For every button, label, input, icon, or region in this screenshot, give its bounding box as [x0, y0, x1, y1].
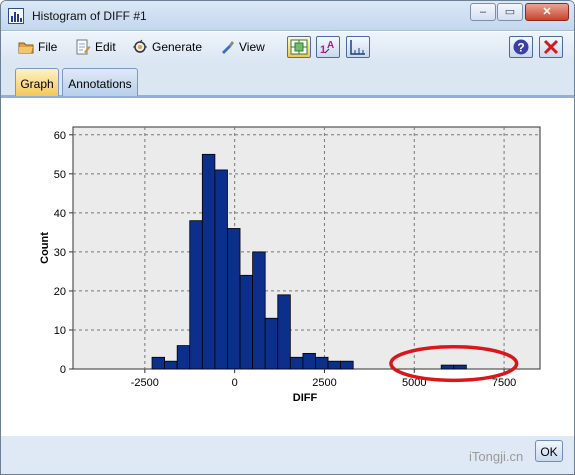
- x-tick-label: 0: [232, 377, 238, 389]
- axis-icon: [350, 40, 365, 55]
- help-icon: ?: [513, 39, 529, 55]
- title-bar[interactable]: Histogram of DIFF #1 – ▭ ✕: [1, 1, 574, 31]
- x-tick-label: -2500: [131, 377, 159, 389]
- generate-icon: [133, 39, 147, 53]
- y-axis-label: Count: [39, 232, 51, 264]
- histogram-bar[interactable]: [214, 169, 228, 370]
- histogram-bar[interactable]: [239, 274, 254, 370]
- svg-text:?: ?: [517, 41, 524, 55]
- explore-grid-icon: [290, 39, 308, 55]
- close-icon: ✕: [542, 6, 552, 18]
- label-edit-icon: 1A: [320, 40, 334, 56]
- tab-bar: Graph Annotations: [1, 62, 574, 98]
- histogram-app-icon: [8, 8, 24, 24]
- menu-view-label: View: [239, 40, 265, 54]
- tab-annotations[interactable]: Annotations: [62, 68, 138, 96]
- x-axis-label: DIFF: [293, 392, 318, 404]
- label-edit-button[interactable]: 1A: [316, 36, 340, 58]
- tab-annotations-label: Annotations: [68, 77, 132, 91]
- help-button[interactable]: ?: [509, 36, 533, 58]
- histogram-bar[interactable]: [201, 153, 216, 370]
- histogram-bar[interactable]: [227, 228, 241, 370]
- svg-text:1: 1: [320, 44, 326, 56]
- axis-settings-button[interactable]: [346, 36, 370, 58]
- menu-file[interactable]: File: [18, 39, 62, 57]
- histogram-bar[interactable]: [151, 356, 166, 370]
- y-tick-label: 0: [60, 364, 66, 376]
- y-tick-label: 10: [54, 325, 66, 337]
- explore-mode-button[interactable]: [287, 36, 311, 58]
- view-brush-icon: [222, 41, 234, 54]
- histogram-bar[interactable]: [315, 356, 329, 370]
- close-red-x-icon: [543, 39, 559, 55]
- tab-graph[interactable]: Graph: [15, 68, 59, 96]
- y-tick-label: 40: [54, 208, 66, 220]
- histogram-bar[interactable]: [264, 317, 279, 370]
- maximize-button[interactable]: ▭: [497, 3, 523, 21]
- x-tick-label: 7500: [492, 377, 516, 389]
- plot-area: [72, 126, 541, 370]
- histogram-bar[interactable]: [164, 360, 178, 370]
- histogram-bar[interactable]: [327, 360, 342, 370]
- histogram-bar[interactable]: [302, 352, 316, 370]
- y-tick-label: 30: [54, 247, 66, 259]
- menu-file-label: File: [38, 40, 58, 54]
- tab-graph-label: Graph: [20, 77, 54, 91]
- histogram-bar[interactable]: [453, 364, 467, 370]
- menu-edit[interactable]: Edit: [75, 39, 121, 57]
- histogram-bar[interactable]: [289, 356, 304, 370]
- folder-icon: [18, 42, 34, 54]
- watermark-text: iTongji.cn: [469, 449, 524, 464]
- histogram-bar[interactable]: [189, 220, 203, 370]
- histogram-bar[interactable]: [176, 345, 191, 370]
- minimize-button[interactable]: –: [470, 3, 496, 21]
- histogram-bar[interactable]: [277, 294, 291, 370]
- window-title: Histogram of DIFF #1: [32, 9, 147, 23]
- y-tick-label: 60: [54, 130, 66, 142]
- menu-bar: File Edit Generate View 1A ?: [1, 32, 574, 62]
- menu-generate-label: Generate: [152, 40, 203, 54]
- x-tick-label: 2500: [312, 377, 336, 389]
- maximize-icon: ▭: [504, 6, 516, 18]
- histogram-bar[interactable]: [252, 251, 266, 370]
- histogram-chart[interactable]: 0102030405060-2500 0 2500 5000 7500 DIFF Cou…: [1, 98, 575, 436]
- histogram-window: Histogram of DIFF #1 – ▭ ✕ File Edit Gen…: [0, 0, 575, 475]
- edit-document-icon: [76, 39, 91, 55]
- ok-button[interactable]: OK: [535, 440, 563, 462]
- footer-bar: OK iTongji.cn: [1, 436, 574, 474]
- menu-generate[interactable]: Generate: [132, 39, 207, 57]
- histogram-bar[interactable]: [340, 360, 354, 370]
- window-close-button[interactable]: ✕: [525, 3, 569, 21]
- minimize-icon: –: [479, 6, 487, 18]
- histogram-bar[interactable]: [440, 364, 455, 370]
- ok-label: OK: [540, 445, 558, 459]
- y-tick-label: 50: [54, 169, 66, 181]
- y-tick-label: 20: [54, 286, 66, 298]
- graph-panel: 0 10 20 30 40 50 60 -2500 0 2500 5000 7500 DIFF Cou…: [1, 98, 575, 436]
- menu-view[interactable]: View: [219, 39, 269, 57]
- menu-edit-label: Edit: [95, 40, 116, 54]
- close-panel-button[interactable]: [539, 36, 563, 58]
